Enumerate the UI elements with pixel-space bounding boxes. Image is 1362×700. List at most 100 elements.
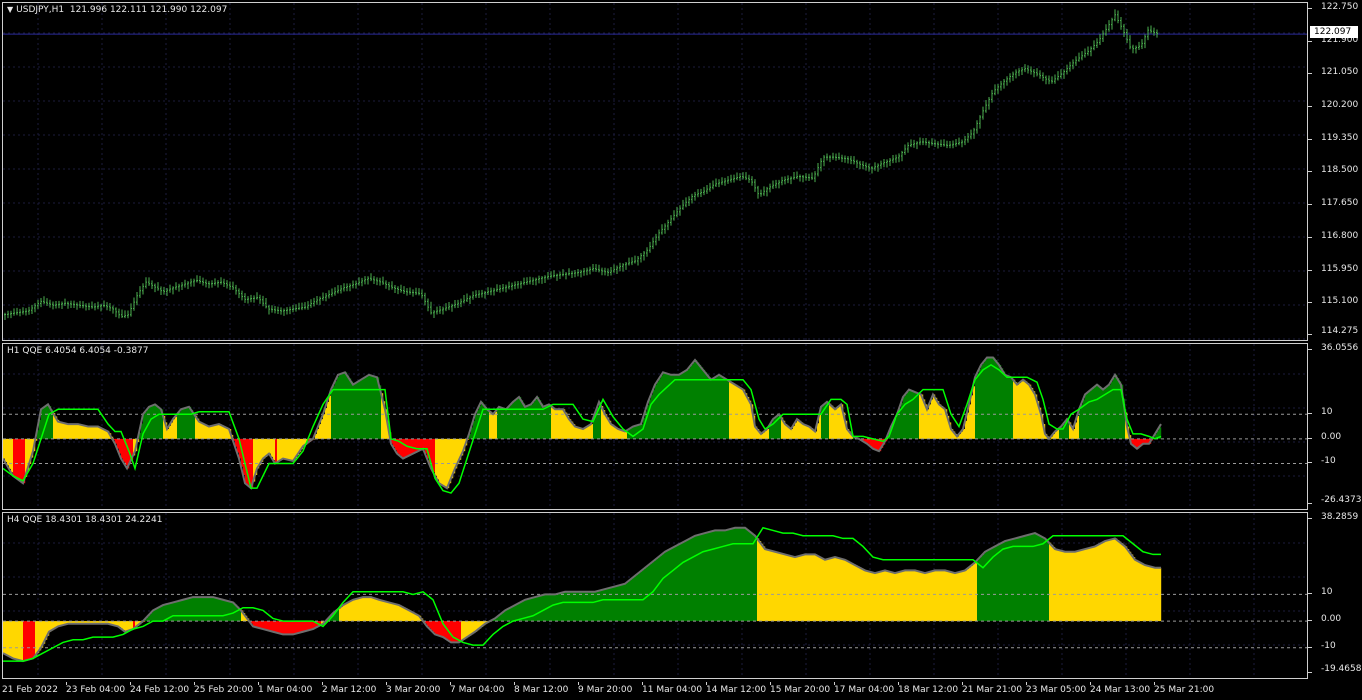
h1-qqe-pane[interactable]: H1 QQE 6.4054 6.4054 -0.3877 xyxy=(2,343,1308,510)
ohlc-bar xyxy=(187,281,189,290)
ohlc-bar xyxy=(124,310,126,319)
ohlc-bar xyxy=(1030,66,1032,75)
time-label: 23 Mar 05:00 xyxy=(1026,685,1087,695)
ohlc-bar xyxy=(310,299,312,308)
histogram-bar xyxy=(1031,387,1034,439)
histogram-bar xyxy=(11,621,14,658)
time-tick-mark xyxy=(962,682,963,685)
h4-qqe-scale[interactable]: 38.2859 10 0.00 -10 -19.4658 xyxy=(1308,512,1362,679)
histogram-bar xyxy=(977,560,980,622)
dropdown-triangle-icon[interactable]: ▼ xyxy=(7,5,13,14)
histogram-bar xyxy=(3,438,6,459)
ohlc-bar xyxy=(919,137,921,146)
histogram-bar xyxy=(465,621,468,639)
ohlc-bar xyxy=(595,264,597,272)
histogram-bar xyxy=(609,588,612,622)
time-tick-mark xyxy=(130,682,131,685)
histogram-bar xyxy=(357,598,360,622)
ohlc-bar xyxy=(985,100,987,113)
histogram-bar xyxy=(605,589,608,622)
histogram-bar xyxy=(1103,542,1106,622)
time-axis[interactable]: 21 Feb 2022 23 Feb 04:00 24 Feb 12:00 25 Fe… xyxy=(0,682,1362,700)
histogram-bar xyxy=(415,438,418,453)
ohlc-bar xyxy=(4,312,6,320)
h4-qqe-pane[interactable]: H4 QQE 18.4301 18.4301 24.2241 xyxy=(2,512,1308,679)
histogram-bar xyxy=(269,621,272,631)
histogram-bar xyxy=(635,425,638,439)
ohlc-bar xyxy=(568,268,570,276)
histogram-bar xyxy=(1083,549,1086,622)
h1-qqe-scale[interactable]: 36.0556 10 0.00 -10 -26.4373 xyxy=(1308,343,1362,510)
histogram-bar xyxy=(795,557,798,622)
histogram-bar xyxy=(951,572,954,622)
histogram-bar xyxy=(37,621,40,654)
scale-tick-mark xyxy=(1308,73,1312,75)
histogram-bar xyxy=(155,609,158,622)
ohlc-bar xyxy=(724,177,726,186)
ohlc-bar xyxy=(397,286,399,295)
histogram-bar xyxy=(1033,391,1036,439)
histogram-bar xyxy=(957,572,960,622)
histogram-bar xyxy=(1019,537,1022,622)
histogram-bar xyxy=(513,606,516,622)
ohlc-bar xyxy=(1129,35,1131,50)
histogram-bar xyxy=(755,535,758,622)
ohlc-bar xyxy=(889,157,891,167)
ohlc-bar xyxy=(409,287,411,295)
histogram-bar xyxy=(677,545,680,622)
histogram-bar xyxy=(5,621,8,655)
ohlc-bar xyxy=(937,141,939,149)
histogram-bar xyxy=(513,401,516,439)
scale-tick: 114.275 xyxy=(1321,326,1359,336)
histogram-bar xyxy=(639,572,642,622)
ohlc-bar xyxy=(898,153,900,163)
histogram-bar xyxy=(943,570,946,622)
scale-tick-mark xyxy=(1308,269,1312,271)
histogram-bar xyxy=(759,541,762,622)
ohlc-bar xyxy=(766,186,768,197)
ohlc-bar xyxy=(169,284,171,293)
scale-tick-mark xyxy=(1308,437,1312,439)
histogram-bar xyxy=(379,599,382,622)
histogram-bar xyxy=(423,438,426,449)
scale-tick: 115.950 xyxy=(1321,263,1359,274)
histogram-bar xyxy=(201,422,204,439)
histogram-bar xyxy=(773,551,776,622)
ohlc-bar xyxy=(622,263,624,272)
ohlc-bar xyxy=(736,172,738,181)
histogram-bar xyxy=(767,428,770,439)
histogram-bar xyxy=(275,621,278,633)
histogram-bar xyxy=(713,530,716,622)
histogram-bar xyxy=(535,399,538,439)
histogram-bar xyxy=(985,551,988,622)
histogram-bar xyxy=(699,534,702,622)
histogram-bar xyxy=(459,621,462,643)
ohlc-bar xyxy=(199,275,201,284)
scale-tick: 116.800 xyxy=(1321,230,1359,241)
ohlc-bar xyxy=(913,139,915,148)
histogram-bar xyxy=(871,438,874,448)
ohlc-bar xyxy=(235,284,237,295)
ohlc-bar xyxy=(793,172,795,180)
histogram-bar xyxy=(363,597,366,622)
histogram-bar xyxy=(395,604,398,622)
histogram-bar xyxy=(825,559,828,622)
ohlc-bar xyxy=(1132,44,1134,54)
ohlc-bar xyxy=(904,144,906,155)
histogram-bar xyxy=(281,438,284,460)
histogram-bar xyxy=(1023,536,1026,622)
price-scale[interactable]: 122.750 121.900 121.050 120.200 119.350 118.5… xyxy=(1308,2,1362,341)
ohlc-bar xyxy=(802,174,804,183)
histogram-bar xyxy=(721,376,724,439)
ohlc-bar xyxy=(1081,51,1083,61)
histogram-bar xyxy=(911,570,914,622)
price-chart-pane[interactable]: ▼ USDJPY,H1 121.996 122.111 121.990 122.0… xyxy=(2,2,1308,341)
histogram-bar xyxy=(697,535,700,622)
histogram-bar xyxy=(901,571,904,622)
histogram-bar xyxy=(935,570,938,622)
histogram-bar xyxy=(831,558,834,622)
histogram-bar xyxy=(257,621,260,628)
ohlc-bar xyxy=(367,276,369,285)
ohlc-bar xyxy=(781,176,783,186)
histogram-bar xyxy=(1135,438,1138,448)
